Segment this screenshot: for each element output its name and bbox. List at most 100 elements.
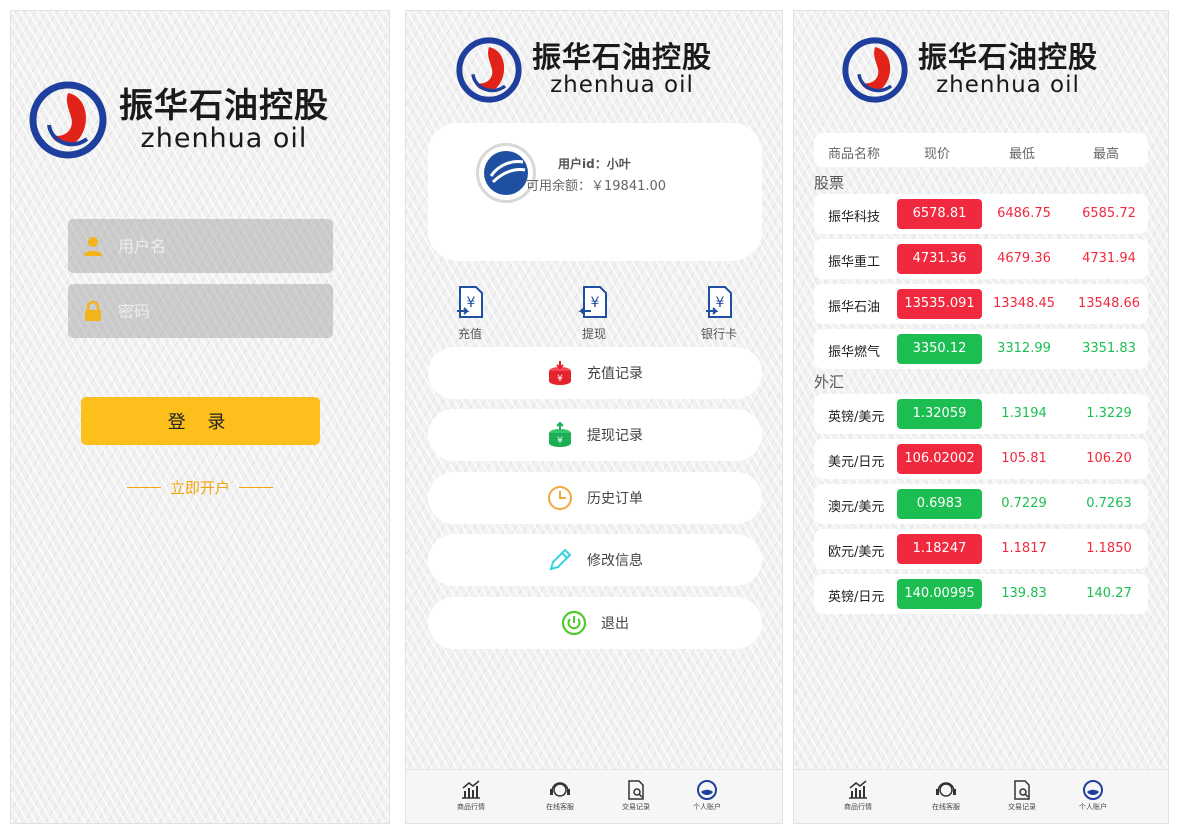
username-field[interactable] bbox=[68, 219, 333, 273]
quote-low: 13348.45 bbox=[992, 296, 1056, 311]
register-link[interactable]: 立即开户 bbox=[170, 477, 230, 498]
quote-high: 140.27 bbox=[1086, 586, 1132, 601]
quote-high: 106.20 bbox=[1086, 451, 1132, 466]
menu-recharge-record[interactable]: ¥ 充值记录 bbox=[428, 347, 762, 399]
quote-high: 1.3229 bbox=[1086, 406, 1132, 421]
quote-row[interactable]: 澳元/美元 0.6983 0.7229 0.7263 bbox=[814, 484, 1148, 524]
quote-row[interactable]: 美元/日元 106.02002 105.81 106.20 bbox=[814, 439, 1148, 479]
document-search-icon bbox=[1014, 780, 1030, 800]
menu-label: 充值记录 bbox=[587, 366, 643, 382]
quote-price: 6578.81 bbox=[897, 199, 982, 229]
quote-row[interactable]: 英镑/美元 1.32059 1.3194 1.3229 bbox=[814, 394, 1148, 434]
svg-text:¥: ¥ bbox=[467, 295, 476, 311]
brand-logo-icon bbox=[29, 81, 107, 159]
tab-label: 个人账户 bbox=[693, 803, 721, 811]
headset-icon bbox=[936, 782, 956, 797]
svg-text:¥: ¥ bbox=[716, 295, 725, 311]
tab-support[interactable]: 在线客服 bbox=[530, 780, 590, 812]
brand-name-en: zhenhua oil bbox=[936, 72, 1080, 98]
brand-logo: 振华石油控股 zhenhua oil bbox=[842, 37, 1098, 103]
market-screen: 振华石油控股 zhenhua oil 商品名称 现价 最低 最高 股票 振华科技… bbox=[793, 10, 1169, 824]
tab-label: 个人账户 bbox=[1079, 803, 1107, 811]
balance: 可用余额：￥19841.00 bbox=[526, 179, 667, 194]
bank-card-button[interactable]: ¥ 银行卡 bbox=[689, 285, 749, 342]
quote-row[interactable]: 英镑/日元 140.00995 139.83 140.27 bbox=[814, 574, 1148, 614]
pencil-icon bbox=[549, 548, 572, 571]
quote-high: 0.7263 bbox=[1086, 496, 1132, 511]
quote-high: 1.1850 bbox=[1086, 541, 1132, 556]
register-row: 立即开户 bbox=[11, 477, 389, 498]
withdraw-button[interactable]: ¥ 提现 bbox=[564, 285, 624, 342]
recharge-label: 充值 bbox=[457, 327, 482, 341]
menu-logout[interactable]: 退出 bbox=[428, 597, 762, 649]
svg-text:¥: ¥ bbox=[557, 436, 563, 446]
login-button[interactable]: 登 录 bbox=[81, 397, 320, 445]
menu-withdraw-record[interactable]: ¥ 提现记录 bbox=[428, 409, 762, 461]
tab-label: 交易记录 bbox=[622, 803, 650, 811]
quote-price: 1.18247 bbox=[897, 534, 982, 564]
quote-name: 振华重工 bbox=[828, 255, 881, 270]
quote-name: 振华石油 bbox=[828, 300, 881, 315]
tab-market[interactable]: 商品行情 bbox=[441, 780, 501, 812]
recharge-button[interactable]: ¥ 充值 bbox=[440, 285, 500, 342]
tab-account[interactable]: 个人账户 bbox=[1063, 780, 1123, 812]
brand-logo-icon bbox=[456, 37, 522, 103]
menu-label: 退出 bbox=[601, 616, 629, 632]
quote-row[interactable]: 振华科技 6578.81 6486.75 6585.72 bbox=[814, 194, 1148, 234]
quote-price: 0.6983 bbox=[897, 489, 982, 519]
quote-name: 欧元/美元 bbox=[828, 545, 885, 560]
section-forex: 外汇 bbox=[814, 373, 845, 391]
quote-high: 6585.72 bbox=[1082, 206, 1136, 221]
avatar[interactable] bbox=[476, 143, 536, 203]
bank-card-label: 银行卡 bbox=[700, 327, 737, 341]
login-screen: 振华石油控股 zhenhua oil 登 录 立即开户 bbox=[10, 10, 390, 824]
quote-low: 3312.99 bbox=[997, 341, 1051, 356]
password-input[interactable] bbox=[118, 301, 308, 321]
quote-price: 13535.091 bbox=[897, 289, 982, 319]
quote-row[interactable]: 欧元/美元 1.18247 1.1817 1.1850 bbox=[814, 529, 1148, 569]
brand-name-cn: 振华石油控股 bbox=[918, 40, 1099, 74]
chart-icon bbox=[849, 780, 867, 799]
brand-logo: 振华石油控股 zhenhua oil bbox=[29, 81, 329, 159]
quote-low: 4679.36 bbox=[997, 251, 1051, 266]
account-icon bbox=[697, 780, 717, 800]
username-input[interactable] bbox=[118, 236, 308, 256]
header-price: 现价 bbox=[924, 147, 951, 162]
quote-high: 4731.94 bbox=[1082, 251, 1136, 266]
menu-edit-info[interactable]: 修改信息 bbox=[428, 534, 762, 586]
quote-row[interactable]: 振华燃气 3350.12 3312.99 3351.83 bbox=[814, 329, 1148, 369]
account-screen: 振华石油控股 zhenhua oil 用户id：小叶 可用余额：￥19841.0… bbox=[405, 10, 783, 824]
tab-label: 在线客服 bbox=[932, 803, 960, 811]
tab-records[interactable]: 交易记录 bbox=[606, 780, 666, 812]
quote-low: 1.1817 bbox=[1001, 541, 1047, 556]
brand-name-cn: 振华石油控股 bbox=[532, 40, 713, 74]
withdraw-icon: ¥ bbox=[578, 286, 607, 318]
quote-name: 英镑/美元 bbox=[828, 410, 885, 425]
quote-row[interactable]: 振华石油 13535.091 13348.45 13548.66 bbox=[814, 284, 1148, 324]
document-search-icon bbox=[628, 780, 644, 800]
tab-records[interactable]: 交易记录 bbox=[992, 780, 1052, 812]
quote-name: 振华燃气 bbox=[828, 345, 881, 360]
menu-order-history[interactable]: 历史订单 bbox=[428, 472, 762, 524]
tab-account[interactable]: 个人账户 bbox=[677, 780, 737, 812]
divider-right bbox=[239, 487, 273, 488]
user-icon bbox=[84, 237, 102, 256]
tab-label: 商品行情 bbox=[457, 803, 485, 811]
lock-icon bbox=[85, 300, 101, 321]
withdraw-label: 提现 bbox=[581, 327, 606, 341]
clock-icon bbox=[548, 486, 572, 510]
tab-support[interactable]: 在线客服 bbox=[916, 780, 976, 812]
bank-card-icon: ¥ bbox=[706, 286, 732, 318]
quote-name: 澳元/美元 bbox=[828, 500, 885, 515]
quote-name: 振华科技 bbox=[828, 210, 881, 225]
brand-name-en: zhenhua oil bbox=[140, 122, 308, 154]
menu-label: 提现记录 bbox=[587, 428, 643, 444]
divider-left bbox=[126, 487, 161, 488]
tab-market[interactable]: 商品行情 bbox=[828, 780, 888, 812]
recharge-record-icon: ¥ bbox=[549, 361, 571, 385]
password-field[interactable] bbox=[68, 284, 333, 338]
quote-row[interactable]: 振华重工 4731.36 4679.36 4731.94 bbox=[814, 239, 1148, 279]
quote-low: 139.83 bbox=[1001, 586, 1047, 601]
header-high: 最高 bbox=[1093, 147, 1120, 162]
svg-text:¥: ¥ bbox=[557, 374, 563, 384]
